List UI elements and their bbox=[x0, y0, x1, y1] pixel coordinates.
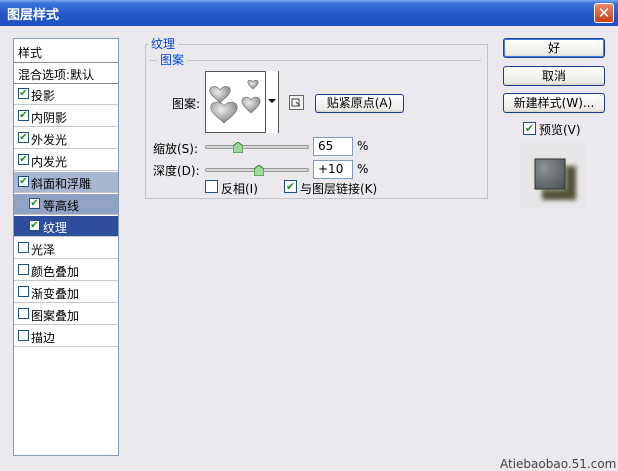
style-item-checkbox[interactable]: ✔ bbox=[18, 176, 29, 187]
pattern-dropdown-button[interactable] bbox=[265, 71, 278, 133]
link-with-layer-checkbox[interactable]: ✔ bbox=[284, 180, 297, 193]
preview-label: 预览(V) bbox=[539, 123, 581, 137]
scale-input[interactable]: 65 bbox=[313, 137, 353, 156]
style-item-stroke[interactable]: 描边 bbox=[14, 326, 118, 347]
style-item-outer-glow[interactable]: ✔ 外发光 bbox=[14, 128, 118, 149]
scale-label: 缩放(S): bbox=[153, 142, 199, 156]
style-item-texture[interactable]: ✔ 纹理 bbox=[14, 216, 118, 237]
style-item-label: 纹理 bbox=[43, 221, 68, 235]
pattern-subgroup-title: 图案 bbox=[157, 53, 188, 67]
style-item-checkbox[interactable]: ✔ bbox=[18, 88, 29, 99]
title-bar: 图层样式 ✕ bbox=[0, 0, 618, 26]
depth-slider-thumb[interactable] bbox=[254, 165, 265, 176]
style-item-color-overlay[interactable]: 颜色叠加 bbox=[14, 260, 118, 281]
ok-button[interactable]: 好 bbox=[503, 38, 605, 58]
snap-to-origin-button[interactable]: 贴紧原点(A) bbox=[315, 94, 404, 113]
close-icon[interactable]: ✕ bbox=[594, 3, 614, 23]
style-item-checkbox[interactable] bbox=[18, 330, 29, 341]
invert-label: 反相(I) bbox=[221, 182, 258, 196]
style-item-checkbox[interactable]: ✔ bbox=[18, 110, 29, 121]
hearts-pattern-icon bbox=[209, 79, 261, 124]
style-item-contour[interactable]: ✔ 等高线 bbox=[14, 194, 118, 215]
pattern-label: 图案: bbox=[172, 97, 201, 111]
style-item-label: 渐变叠加 bbox=[31, 287, 80, 301]
style-item-satin[interactable]: 光泽 bbox=[14, 238, 118, 259]
invert-checkbox[interactable] bbox=[205, 180, 218, 193]
texture-group-title: 纹理 bbox=[148, 37, 179, 51]
style-item-label: 内阴影 bbox=[31, 111, 68, 125]
style-item-label: 描边 bbox=[31, 331, 56, 345]
watermark-text: Atiebaobao.51.com bbox=[500, 457, 617, 471]
style-item-label: 颜色叠加 bbox=[31, 265, 80, 279]
style-item-label: 外发光 bbox=[31, 133, 68, 147]
scale-slider[interactable] bbox=[205, 145, 309, 149]
style-item-inner-shadow[interactable]: ✔ 内阴影 bbox=[14, 106, 118, 127]
layer-style-dialog: 图层样式 ✕ 样式 混合选项:默认 ✔ 投影 ✔ 内阴影 ✔ 外发光 ✔ 内发光 ✔ 斜面和浮雕 ✔… bbox=[0, 0, 618, 471]
cancel-button[interactable]: 取消 bbox=[503, 66, 605, 86]
style-item-inner-glow[interactable]: ✔ 内发光 bbox=[14, 150, 118, 171]
link-with-layer-label: 与图层链接(K) bbox=[300, 182, 378, 196]
style-item-label: 图案叠加 bbox=[31, 309, 80, 323]
style-item-checkbox[interactable]: ✔ bbox=[29, 198, 40, 209]
style-item-checkbox[interactable] bbox=[18, 264, 29, 275]
styles-header[interactable]: 样式 bbox=[14, 39, 118, 63]
depth-unit: % bbox=[357, 162, 369, 176]
style-preview-thumbnail bbox=[520, 142, 586, 208]
style-item-label: 内发光 bbox=[31, 155, 68, 169]
pattern-group-divider bbox=[150, 60, 481, 62]
style-item-label: 光泽 bbox=[31, 243, 56, 257]
style-item-checkbox[interactable]: ✔ bbox=[29, 220, 40, 231]
preview-checkbox[interactable]: ✔ bbox=[523, 122, 536, 135]
style-item-label: 斜面和浮雕 bbox=[31, 177, 92, 191]
styles-list: 样式 混合选项:默认 ✔ 投影 ✔ 内阴影 ✔ 外发光 ✔ 内发光 ✔ 斜面和浮雕 ✔ 等高线 ✔ 纹理光… bbox=[13, 38, 119, 456]
blend-options-item[interactable]: 混合选项:默认 bbox=[14, 63, 118, 84]
scale-slider-thumb[interactable] bbox=[233, 142, 244, 153]
style-item-pattern-overlay[interactable]: 图案叠加 bbox=[14, 304, 118, 325]
style-item-gradient-overlay[interactable]: 渐变叠加 bbox=[14, 282, 118, 303]
style-item-bevel-emboss[interactable]: ✔ 斜面和浮雕 bbox=[14, 172, 118, 193]
scale-unit: % bbox=[357, 139, 369, 153]
depth-input[interactable]: +10 bbox=[313, 160, 353, 179]
style-item-label: 投影 bbox=[31, 89, 56, 103]
style-item-label: 等高线 bbox=[43, 199, 80, 213]
dialog-title: 图层样式 bbox=[7, 8, 60, 23]
style-item-checkbox[interactable] bbox=[18, 242, 29, 253]
style-item-checkbox[interactable] bbox=[18, 308, 29, 319]
style-item-checkbox[interactable]: ✔ bbox=[18, 154, 29, 165]
chevron-down-icon bbox=[268, 99, 276, 103]
style-item-checkbox[interactable]: ✔ bbox=[18, 132, 29, 143]
new-preset-icon[interactable] bbox=[289, 95, 304, 110]
style-item-checkbox[interactable] bbox=[18, 286, 29, 297]
depth-label: 深度(D): bbox=[153, 164, 200, 178]
style-item-drop-shadow[interactable]: ✔ 投影 bbox=[14, 84, 118, 105]
new-style-button[interactable]: 新建样式(W)... bbox=[503, 93, 605, 113]
